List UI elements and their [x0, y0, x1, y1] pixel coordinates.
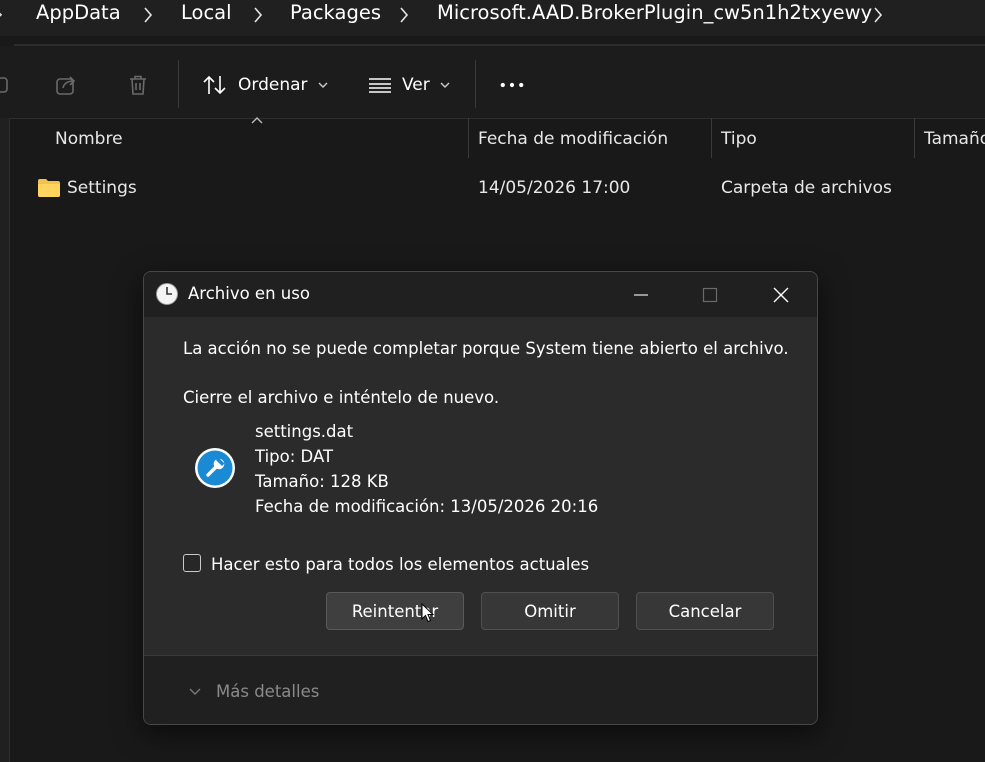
view-button[interactable]: Ver [368, 74, 450, 96]
share-icon[interactable] [54, 73, 78, 97]
file-size: Tamaño: 128 KB [255, 472, 389, 491]
column-divider[interactable] [914, 118, 915, 158]
more-details-toggle[interactable]: Más detalles [188, 682, 319, 701]
file-modified: Fecha de modificación: 13/05/2026 20:16 [255, 497, 599, 516]
row-name: Settings [67, 178, 137, 198]
apply-to-all-checkbox[interactable] [183, 554, 201, 572]
chevron-right-icon[interactable] [872, 5, 884, 25]
minimize-icon [634, 294, 648, 296]
chevron-right-icon: › [0, 4, 3, 25]
sort-ascending-icon [251, 117, 263, 124]
column-header-name[interactable]: Nombre [55, 129, 123, 149]
chevron-right-icon [400, 7, 409, 23]
address-bar[interactable]: › AppData Local Packages Microsoft.AAD.B… [0, 0, 985, 36]
close-button[interactable] [758, 280, 804, 310]
column-header-size[interactable]: Tamaño [924, 129, 985, 149]
view-button-label: Ver [402, 75, 430, 95]
breadcrumb-item-brokerplugin[interactable]: Microsoft.AAD.BrokerPlugin_cw5n1h2txyewy [437, 1, 872, 24]
column-header-modified[interactable]: Fecha de modificación [478, 129, 668, 149]
toolbar-divider [178, 60, 179, 108]
column-header-type[interactable]: Tipo [721, 129, 757, 149]
column-divider[interactable] [468, 118, 469, 158]
cancel-button[interactable]: Cancelar [636, 592, 774, 630]
chevron-down-icon [318, 82, 328, 88]
sort-icon [203, 75, 226, 95]
chevron-right-icon [144, 7, 153, 23]
dialog-title-bar[interactable]: Archivo en uso [144, 272, 817, 317]
maximize-icon [702, 287, 718, 303]
dialog-footer: Más detalles [144, 655, 817, 724]
file-type: Tipo: DAT [255, 447, 334, 466]
file-name: settings.dat [255, 422, 354, 441]
navigation-pane[interactable] [0, 118, 10, 762]
minimize-button[interactable] [618, 280, 664, 310]
breadcrumb-item-appdata[interactable]: AppData [36, 1, 121, 24]
settings-file-icon [195, 448, 235, 488]
dialog-message: La acción no se puede completar porque S… [183, 339, 789, 358]
chevron-down-icon [440, 82, 450, 88]
command-bar: Ordenar Ver [0, 46, 985, 119]
delete-icon[interactable] [126, 73, 150, 97]
sort-button[interactable]: Ordenar [202, 74, 328, 96]
file-in-use-dialog: Archivo en uso La acción no se puede com… [143, 271, 818, 725]
apply-to-all-label[interactable]: Hacer esto para todos los elementos actu… [211, 555, 589, 574]
breadcrumb-item-local[interactable]: Local [181, 1, 232, 24]
mouse-cursor-icon [421, 603, 435, 623]
more-details-label: Más detalles [216, 682, 320, 701]
maximize-button [687, 280, 733, 310]
column-divider[interactable] [711, 118, 712, 158]
dialog-instruction: Cierre el archivo e inténtelo de nuevo. [183, 388, 500, 407]
skip-button[interactable]: Omitir [481, 592, 619, 630]
more-options-icon[interactable] [500, 73, 524, 97]
chevron-down-icon [189, 688, 201, 695]
close-icon [773, 287, 789, 303]
clock-icon [156, 283, 178, 305]
view-list-icon [369, 78, 391, 93]
row-modified: 14/05/2026 17:00 [478, 178, 631, 198]
rename-icon[interactable] [0, 73, 12, 97]
chevron-right-icon [254, 7, 263, 23]
retry-button[interactable]: Reintentar [326, 592, 464, 630]
sort-button-label: Ordenar [238, 75, 308, 95]
folder-icon [38, 179, 60, 197]
breadcrumb-item-packages[interactable]: Packages [290, 1, 381, 24]
row-type: Carpeta de archivos [721, 178, 892, 198]
dialog-title: Archivo en uso [188, 284, 310, 303]
toolbar-divider [475, 60, 476, 108]
